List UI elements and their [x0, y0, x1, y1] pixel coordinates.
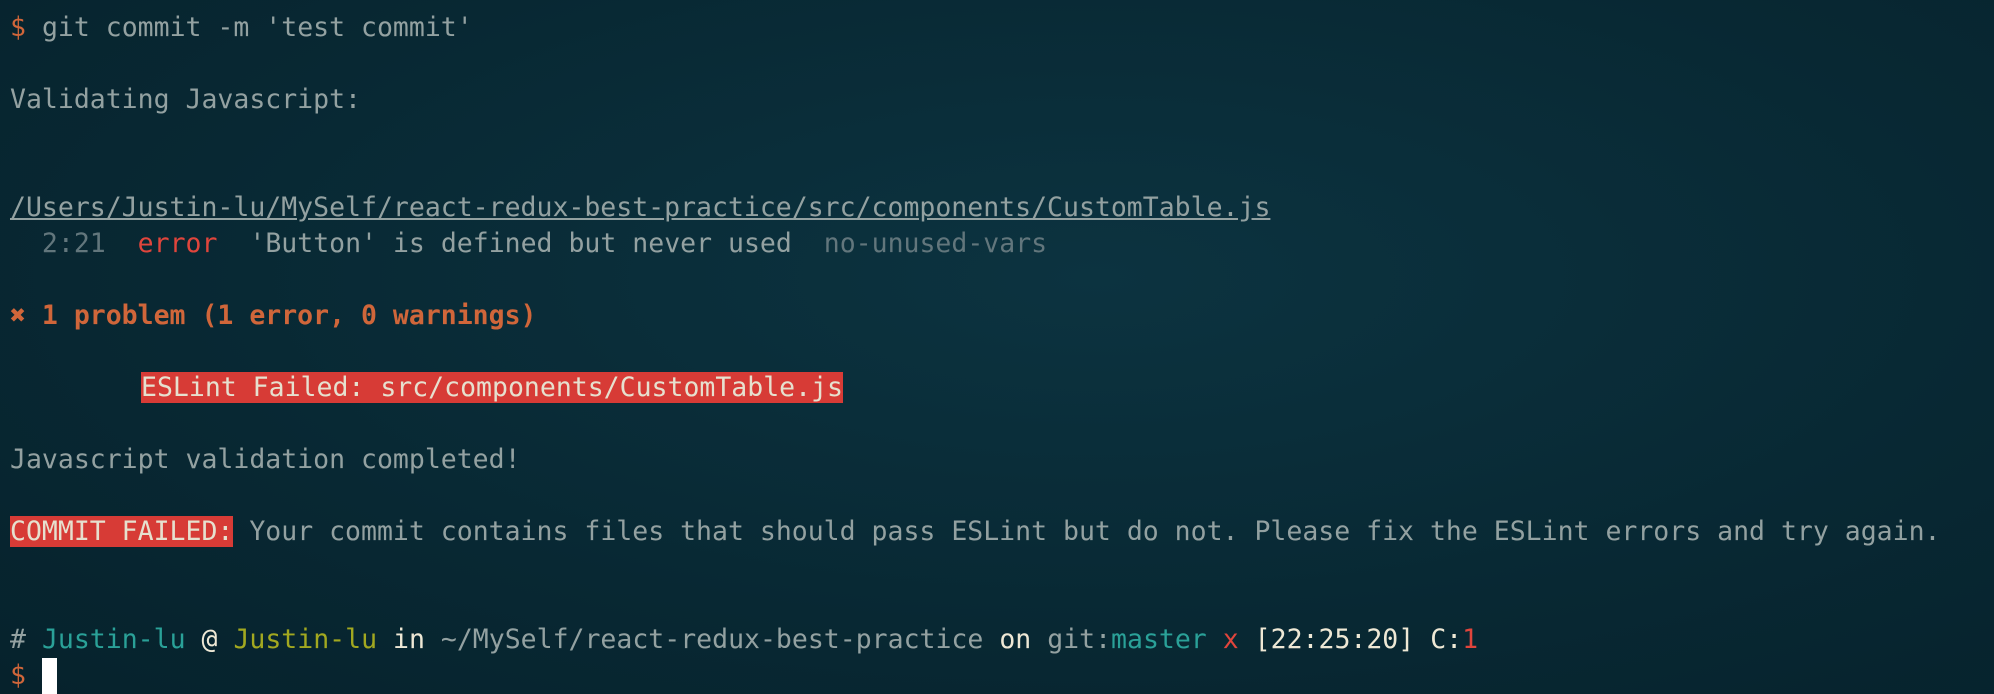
file-path[interactable]: /Users/Justin-lu/MySelf/react-redux-best… [10, 190, 1941, 226]
problem-summary: ✖ 1 problem (1 error, 0 warnings) [10, 300, 537, 331]
terminal-output[interactable]: $ git commit -m 'test commit' Validating… [10, 0, 1941, 694]
commit-failed-badge: COMMIT FAILED: [10, 516, 234, 547]
prompt-dir: ~/MySelf/react-redux-best-practice [440, 624, 984, 655]
error-message: 'Button' is defined but never used [249, 228, 792, 259]
cursor [41, 658, 57, 694]
input-prompt-symbol: $ [10, 660, 26, 691]
prompt-code: 1 [1462, 624, 1479, 655]
validation-completed: Javascript validation completed! [10, 444, 521, 475]
eslint-failed-badge: ESLint Failed: src/components/CustomTabl… [141, 372, 843, 403]
cutoff-line [10, 0, 1941, 10]
prompt-code-label: C: [1430, 624, 1463, 655]
command-text: git commit -m 'test commit' [41, 12, 473, 43]
eslint-failed-line: ESLint Failed: src/components/CustomTabl… [10, 370, 1941, 406]
commit-failed-line: COMMIT FAILED: Your commit contains file… [10, 514, 1941, 550]
prompt-git: git: [1047, 624, 1112, 655]
lint-error-line: 2:21 error 'Button' is defined but never… [10, 226, 1941, 262]
validating-line: Validating Javascript: [10, 84, 361, 115]
commit-failed-message: Your commit contains files that should p… [233, 516, 1941, 547]
prompt-at: @ [201, 624, 218, 655]
prompt-symbol: $ [10, 12, 26, 43]
command-line: $ git commit -m 'test commit' [10, 10, 1941, 46]
prompt-branch: master [1111, 624, 1207, 655]
prompt-dirty: x [1222, 624, 1239, 655]
shell-prompt: # Justin-lu @ Justin-lu in ~/MySelf/reac… [10, 622, 1941, 658]
error-location: 2:21 [41, 228, 106, 259]
prompt-host: Justin-lu [233, 624, 378, 655]
prompt-in: in [393, 624, 425, 655]
prompt-time: [22:25:20] [1254, 624, 1415, 655]
error-rule: no-unused-vars [823, 228, 1048, 259]
prompt-hash: # [10, 624, 26, 655]
prompt-on: on [999, 624, 1032, 655]
error-severity: error [137, 228, 218, 259]
prompt-user: Justin-lu [41, 624, 186, 655]
input-line[interactable]: $ [10, 658, 1941, 694]
